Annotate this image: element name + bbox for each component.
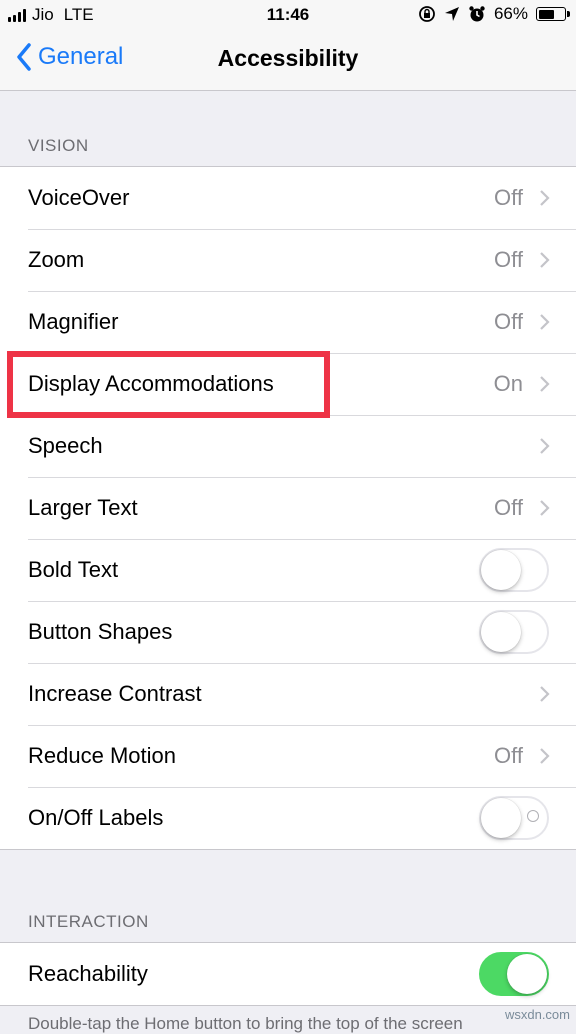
voiceover-row[interactable]: VoiceOver Off — [0, 167, 576, 229]
on-off-labels-toggle[interactable] — [479, 796, 549, 840]
location-icon — [444, 7, 459, 21]
row-value: Off — [494, 247, 523, 272]
row-label: Larger Text — [28, 495, 138, 520]
row-value: Off — [494, 185, 523, 210]
vision-group: VoiceOver Off Zoom Off Magnifier Off Dis… — [0, 166, 576, 850]
alarm-icon — [469, 6, 485, 22]
row-label: Speech — [28, 433, 103, 458]
chevron-right-icon — [540, 376, 550, 392]
row-label: Zoom — [28, 247, 85, 272]
row-label: Reachability — [28, 961, 148, 986]
row-label: On/Off Labels — [28, 805, 164, 830]
zoom-row[interactable]: Zoom Off — [0, 229, 576, 291]
interaction-group: Reachability — [0, 942, 576, 1006]
status-bar: Jio LTE 11:46 66% — [0, 0, 576, 30]
row-label: VoiceOver — [28, 185, 130, 210]
button-shapes-toggle[interactable] — [479, 610, 549, 654]
status-right: 66% — [418, 4, 570, 24]
row-value: Off — [494, 309, 523, 334]
row-label: Button Shapes — [28, 619, 173, 644]
row-label: Magnifier — [28, 309, 119, 334]
chevron-right-icon — [540, 500, 550, 516]
row-label: Reduce Motion — [28, 743, 176, 768]
reduce-motion-row[interactable]: Reduce Motion Off — [0, 725, 576, 787]
row-value: On — [493, 371, 523, 396]
chevron-right-icon — [540, 748, 550, 764]
highlight-box — [7, 351, 330, 418]
off-indicator-icon — [527, 810, 539, 822]
row-label: Increase Contrast — [28, 681, 202, 706]
toggle-knob — [507, 954, 547, 994]
speech-row[interactable]: Speech — [0, 415, 576, 477]
bold-text-row: Bold Text — [0, 539, 576, 601]
row-label: Bold Text — [28, 557, 119, 582]
toggle-knob — [481, 612, 521, 652]
on-off-labels-row: On/Off Labels — [0, 787, 576, 849]
chevron-right-icon — [540, 314, 550, 330]
battery-fill — [538, 9, 555, 19]
bold-text-toggle[interactable] — [479, 548, 549, 592]
row-value: Off — [494, 495, 523, 520]
page-title: Accessibility — [217, 45, 359, 71]
larger-text-row[interactable]: Larger Text Off — [0, 477, 576, 539]
navigation-bar: General Accessibility — [0, 30, 576, 91]
toggle-knob — [481, 550, 521, 590]
battery-tip — [567, 11, 570, 17]
increase-contrast-row[interactable]: Increase Contrast — [0, 663, 576, 725]
vision-section-header: VISION — [28, 136, 89, 155]
reachability-toggle[interactable] — [479, 952, 549, 996]
battery-icon — [536, 7, 570, 21]
interaction-section-header: INTERACTION — [28, 912, 149, 931]
button-shapes-row: Button Shapes — [0, 601, 576, 663]
reachability-row: Reachability — [0, 943, 576, 1005]
row-value: Off — [494, 743, 523, 768]
battery-percent: 66% — [493, 4, 528, 23]
rotation-lock-icon — [419, 6, 435, 22]
magnifier-row[interactable]: Magnifier Off — [0, 291, 576, 353]
toggle-knob — [481, 798, 521, 838]
chevron-right-icon — [540, 686, 550, 702]
watermark: wsxdn.com — [504, 1007, 570, 1022]
chevron-right-icon — [540, 438, 550, 454]
chevron-right-icon — [540, 252, 550, 268]
reachability-description: Double-tap the Home button to bring the … — [28, 1014, 463, 1033]
chevron-right-icon — [540, 190, 550, 206]
